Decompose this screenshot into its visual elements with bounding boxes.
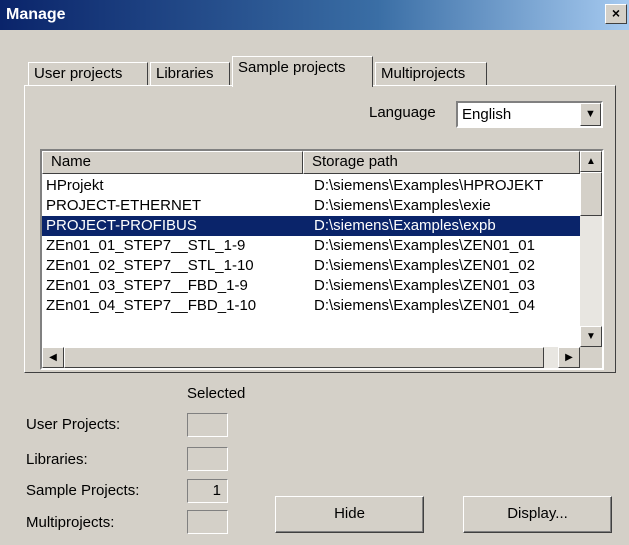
row-path: D:\siemens\Examples\ZEN01_01 (314, 237, 535, 254)
user-projects-count (187, 413, 228, 437)
multiprojects-label: Multiprojects: (26, 514, 115, 531)
language-select[interactable]: English ▼ (456, 101, 603, 128)
list-row[interactable]: HProjekt D:\siemens\Examples\HPROJEKT (42, 176, 580, 196)
libraries-label: Libraries: (26, 451, 88, 468)
title-bar: Manage × (0, 0, 629, 30)
multiprojects-count (187, 510, 228, 534)
row-name: ZEn01_02_STEP7__STL_1-10 (46, 257, 254, 274)
list-row[interactable]: ZEn01_03_STEP7__FBD_1-9 D:\siemens\Examp… (42, 276, 580, 296)
project-list[interactable]: Name Storage path HProjekt D:\siemens\Ex… (40, 149, 604, 370)
row-name: ZEn01_04_STEP7__FBD_1-10 (46, 297, 257, 314)
chevron-down-icon[interactable]: ▼ (580, 103, 601, 126)
tab-user-projects[interactable]: User projects (28, 62, 148, 86)
sample-projects-count: 1 (187, 479, 228, 503)
horizontal-scrollbar[interactable]: ◀ ▶ (42, 347, 580, 368)
arrow-down-icon[interactable]: ▼ (580, 326, 602, 347)
display-button[interactable]: Display... (463, 496, 612, 533)
list-row-selected[interactable]: PROJECT-PROFIBUS D:\siemens\Examples\exp… (42, 216, 580, 236)
sample-projects-panel: Language English ▼ Name Storage path HPr… (24, 85, 616, 373)
libraries-count (187, 447, 228, 471)
row-name: HProjekt (46, 177, 104, 194)
tab-libraries[interactable]: Libraries (150, 62, 230, 86)
list-row[interactable]: ZEn01_02_STEP7__STL_1-10 D:\siemens\Exam… (42, 256, 580, 276)
arrow-right-icon[interactable]: ▶ (558, 347, 580, 368)
close-button[interactable]: × (605, 4, 627, 24)
row-path: D:\siemens\Examples\ZEN01_02 (314, 257, 535, 274)
sample-projects-label: Sample Projects: (26, 482, 140, 499)
close-icon: × (611, 5, 621, 21)
tab-sample-projects[interactable]: Sample projects (232, 56, 373, 87)
vertical-scrollbar[interactable]: ▲ ▼ (580, 151, 602, 347)
list-row[interactable]: ZEn01_01_STEP7__STL_1-9 D:\siemens\Examp… (42, 236, 580, 256)
row-name: ZEn01_03_STEP7__FBD_1-9 (46, 277, 248, 294)
row-name: ZEn01_01_STEP7__STL_1-9 (46, 237, 246, 254)
hide-button[interactable]: Hide (275, 496, 424, 533)
row-path: D:\siemens\Examples\ZEN01_04 (314, 297, 535, 314)
row-path: D:\siemens\Examples\ZEN01_03 (314, 277, 535, 294)
row-name: PROJECT-PROFIBUS (46, 217, 197, 234)
scroll-corner (580, 347, 602, 368)
arrow-up-icon[interactable]: ▲ (580, 151, 602, 172)
language-value: English (462, 106, 512, 123)
horizontal-scroll-thumb[interactable] (64, 347, 544, 368)
column-header-storage-path[interactable]: Storage path (303, 151, 580, 174)
window-title: Manage (6, 6, 66, 23)
row-name: PROJECT-ETHERNET (46, 197, 202, 214)
list-row[interactable]: PROJECT-ETHERNET D:\siemens\Examples\exi… (42, 196, 580, 216)
row-path: D:\siemens\Examples\exie (314, 197, 491, 214)
arrow-left-icon[interactable]: ◀ (42, 347, 64, 368)
row-path: D:\siemens\Examples\HPROJEKT (314, 177, 544, 194)
list-row[interactable]: ZEn01_04_STEP7__FBD_1-10 D:\siemens\Exam… (42, 296, 580, 316)
user-projects-label: User Projects: (26, 416, 121, 433)
language-label: Language (369, 104, 436, 121)
column-header-name[interactable]: Name (42, 151, 303, 174)
scroll-thumb[interactable] (580, 172, 602, 216)
row-path: D:\siemens\Examples\expb (314, 217, 496, 234)
tab-multiprojects[interactable]: Multiprojects (375, 62, 487, 86)
selected-header: Selected (187, 385, 246, 402)
